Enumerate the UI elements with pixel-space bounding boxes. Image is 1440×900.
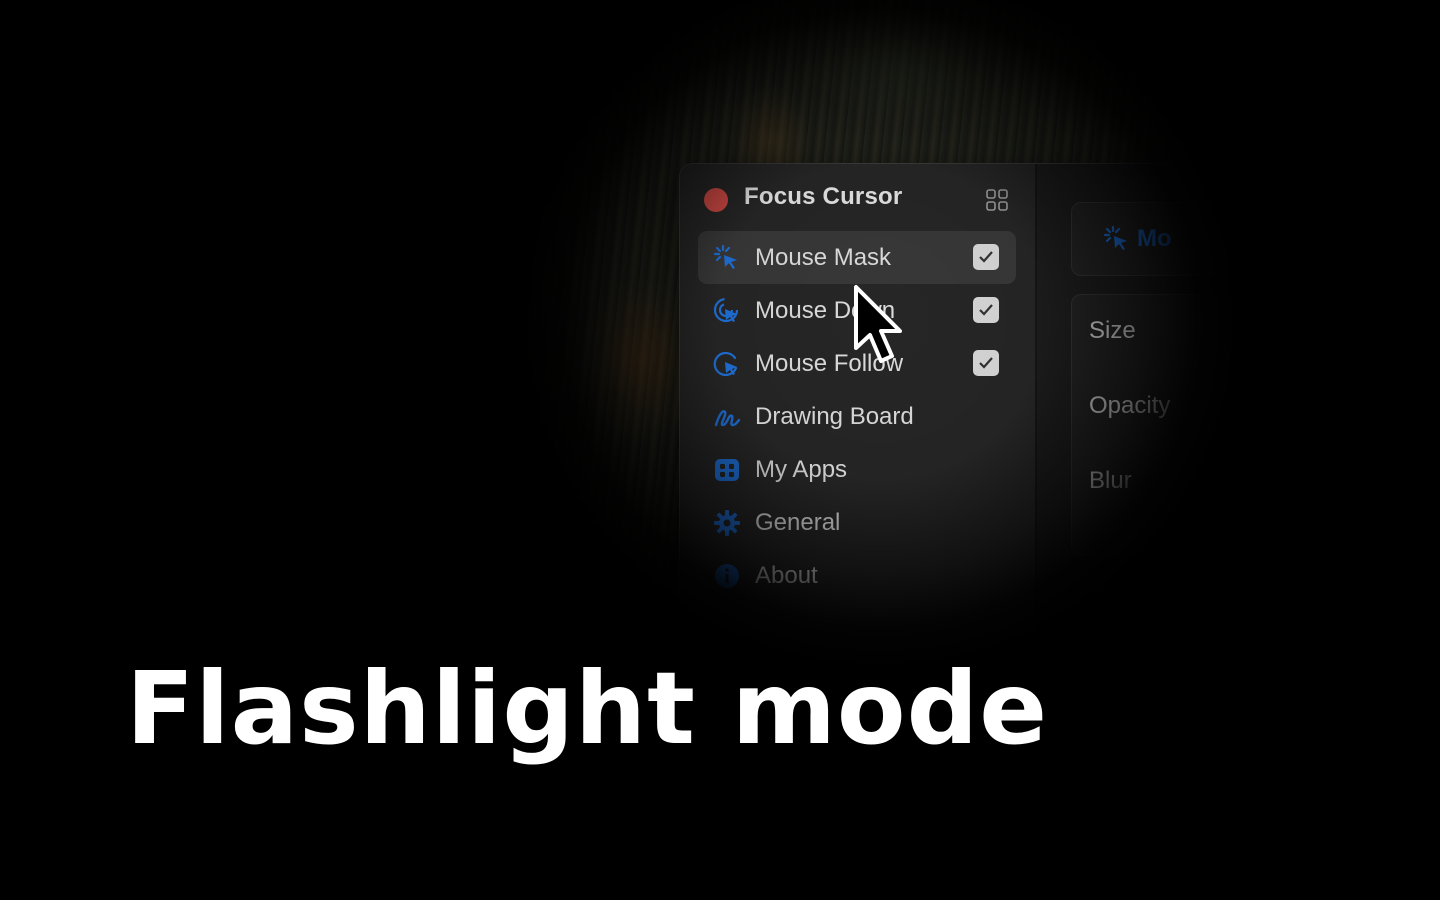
sidebar-item-label: Mouse Mask [755, 244, 892, 271]
sidebar-item-my-apps[interactable]: My Apps [698, 443, 1016, 496]
mouse-follow-icon [713, 351, 738, 377]
desktop-stage: Focus Cursor Mouse Mask Mouse Down Mouse… [0, 0, 1440, 900]
setting-opacity-label: Opacity [1089, 392, 1171, 419]
checkmark-icon [979, 357, 993, 369]
checkmark-icon [979, 251, 993, 263]
mouse-mask-icon [1103, 225, 1127, 250]
my-apps-icon [715, 459, 739, 481]
sidebar-item-label: About [755, 562, 818, 589]
focus-cursor-window: Focus Cursor Mouse Mask Mouse Down Mouse… [679, 163, 1401, 685]
sidebar: Focus Cursor Mouse Mask Mouse Down Mouse… [680, 164, 1037, 684]
sidebar-item-mouse-mask[interactable]: Mouse Mask [698, 231, 1016, 284]
sidebar-item-general[interactable]: General [698, 496, 1016, 549]
sidebar-item-label: My Apps [755, 456, 848, 483]
grid-view-icon[interactable] [985, 188, 1009, 212]
mouse-follow-checkbox[interactable] [973, 350, 999, 376]
sidebar-item-about[interactable]: About [698, 549, 1016, 602]
checkmark-icon [979, 304, 993, 316]
mouse-mask-icon [713, 244, 737, 269]
feature-title: Mo [1137, 225, 1172, 252]
setting-blur-label: Blur [1089, 467, 1132, 494]
titlebar: Focus Cursor [680, 164, 1035, 234]
drawing-board-icon [714, 410, 741, 427]
close-button[interactable] [704, 188, 728, 212]
caption-title: Flashlight mode [126, 650, 1049, 767]
sidebar-item-label: General [755, 509, 841, 536]
sidebar-item-drawing-board[interactable]: Drawing Board [698, 390, 1016, 443]
mouse-mask-checkbox[interactable] [973, 244, 999, 270]
app-title: Focus Cursor [744, 183, 903, 210]
content-pane: Mo Size Opacity Blur [1037, 164, 1400, 684]
setting-size-label: Size [1089, 317, 1136, 344]
mouse-pointer-icon [854, 285, 902, 363]
info-icon [715, 564, 739, 588]
mouse-down-checkbox[interactable] [973, 297, 999, 323]
gear-icon [714, 510, 740, 536]
mouse-down-icon [713, 297, 739, 323]
sidebar-item-label: Drawing Board [755, 403, 914, 430]
